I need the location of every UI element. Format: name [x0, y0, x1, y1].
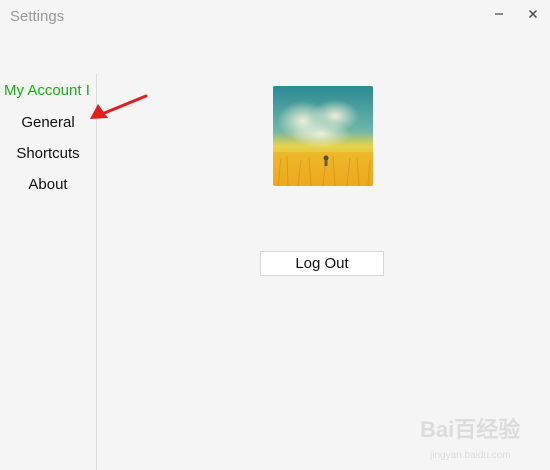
avatar[interactable] — [273, 86, 373, 186]
sidebar-item-shortcuts[interactable]: Shortcuts — [0, 145, 96, 162]
window-title: Settings — [10, 8, 65, 25]
settings-window: Settings My Account I General Shortcuts … — [0, 0, 550, 470]
watermark-brand: Bai百经验 — [420, 417, 521, 442]
annotation-arrow-icon — [90, 94, 148, 119]
sidebar-item-about[interactable]: About — [0, 176, 96, 193]
settings-sidebar: My Account I General Shortcuts About — [0, 74, 97, 470]
watermark-url: jingyan.baidu.com — [430, 450, 511, 461]
minimize-icon — [495, 13, 503, 15]
close-icon — [529, 10, 537, 18]
logout-button[interactable]: Log Out — [260, 251, 384, 276]
close-button[interactable] — [522, 4, 544, 24]
avatar-image — [273, 86, 373, 186]
minimize-button[interactable] — [488, 4, 510, 24]
sidebar-item-general[interactable]: General — [0, 114, 96, 131]
watermark-logo: Bai百经验 jingyan.baidu.com — [420, 412, 546, 468]
